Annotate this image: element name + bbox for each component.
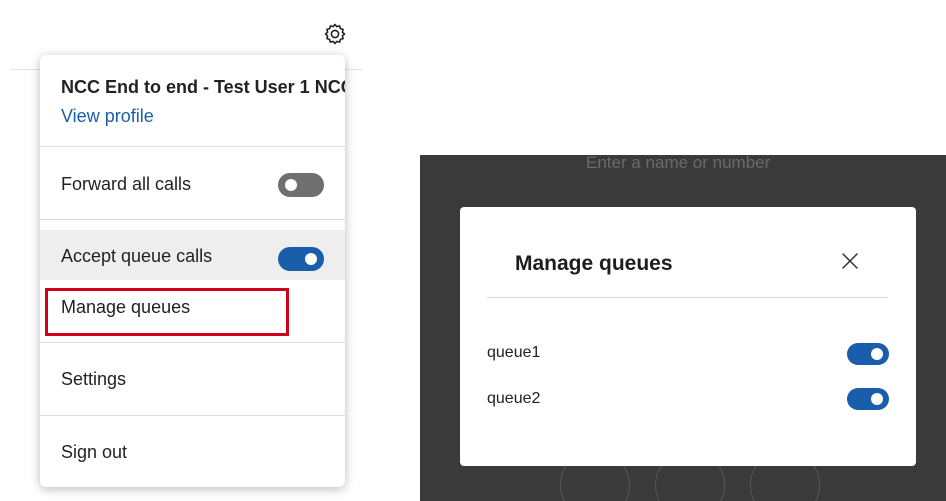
highlight-annotation — [45, 288, 289, 336]
queue-label: queue1 — [487, 344, 541, 361]
menu-item-settings[interactable]: Settings — [40, 343, 345, 415]
menu-item-label: Sign out — [61, 442, 128, 462]
menu-header: NCC End to end - Test User 1 NCC View pr… — [40, 55, 345, 147]
manage-queues-dialog: Manage queues queue1 queue2 — [460, 207, 916, 466]
menu-item-accept-queue-calls[interactable]: Accept queue calls — [40, 230, 345, 280]
menu-item-label: Forward all calls — [61, 174, 192, 194]
account-menu: NCC End to end - Test User 1 NCC View pr… — [40, 55, 345, 487]
forward-calls-toggle[interactable] — [278, 173, 324, 197]
toggle-knob — [871, 393, 883, 405]
toggle-knob — [305, 253, 317, 265]
queue-label: queue2 — [487, 390, 541, 407]
toggle-knob — [285, 179, 297, 191]
menu-item-forward-all-calls[interactable]: Forward all calls — [40, 148, 345, 220]
menu-item-sign-out[interactable]: Sign out — [40, 416, 345, 487]
view-profile-link[interactable]: View profile — [61, 106, 154, 127]
divider — [487, 297, 888, 298]
user-name: NCC End to end - Test User 1 NCC — [61, 77, 345, 97]
accept-queue-calls-toggle[interactable] — [278, 247, 324, 271]
toggle-knob — [871, 348, 883, 360]
queue1-toggle[interactable] — [847, 343, 889, 365]
search-placeholder: Enter a name or number — [586, 153, 771, 172]
dialog-title: Manage queues — [515, 252, 673, 275]
close-icon[interactable] — [840, 251, 860, 271]
divider — [40, 219, 345, 220]
menu-item-label: Accept queue calls — [61, 246, 213, 266]
menu-item-label: Settings — [61, 369, 127, 389]
gear-icon[interactable] — [323, 22, 347, 46]
queue2-toggle[interactable] — [847, 388, 889, 410]
